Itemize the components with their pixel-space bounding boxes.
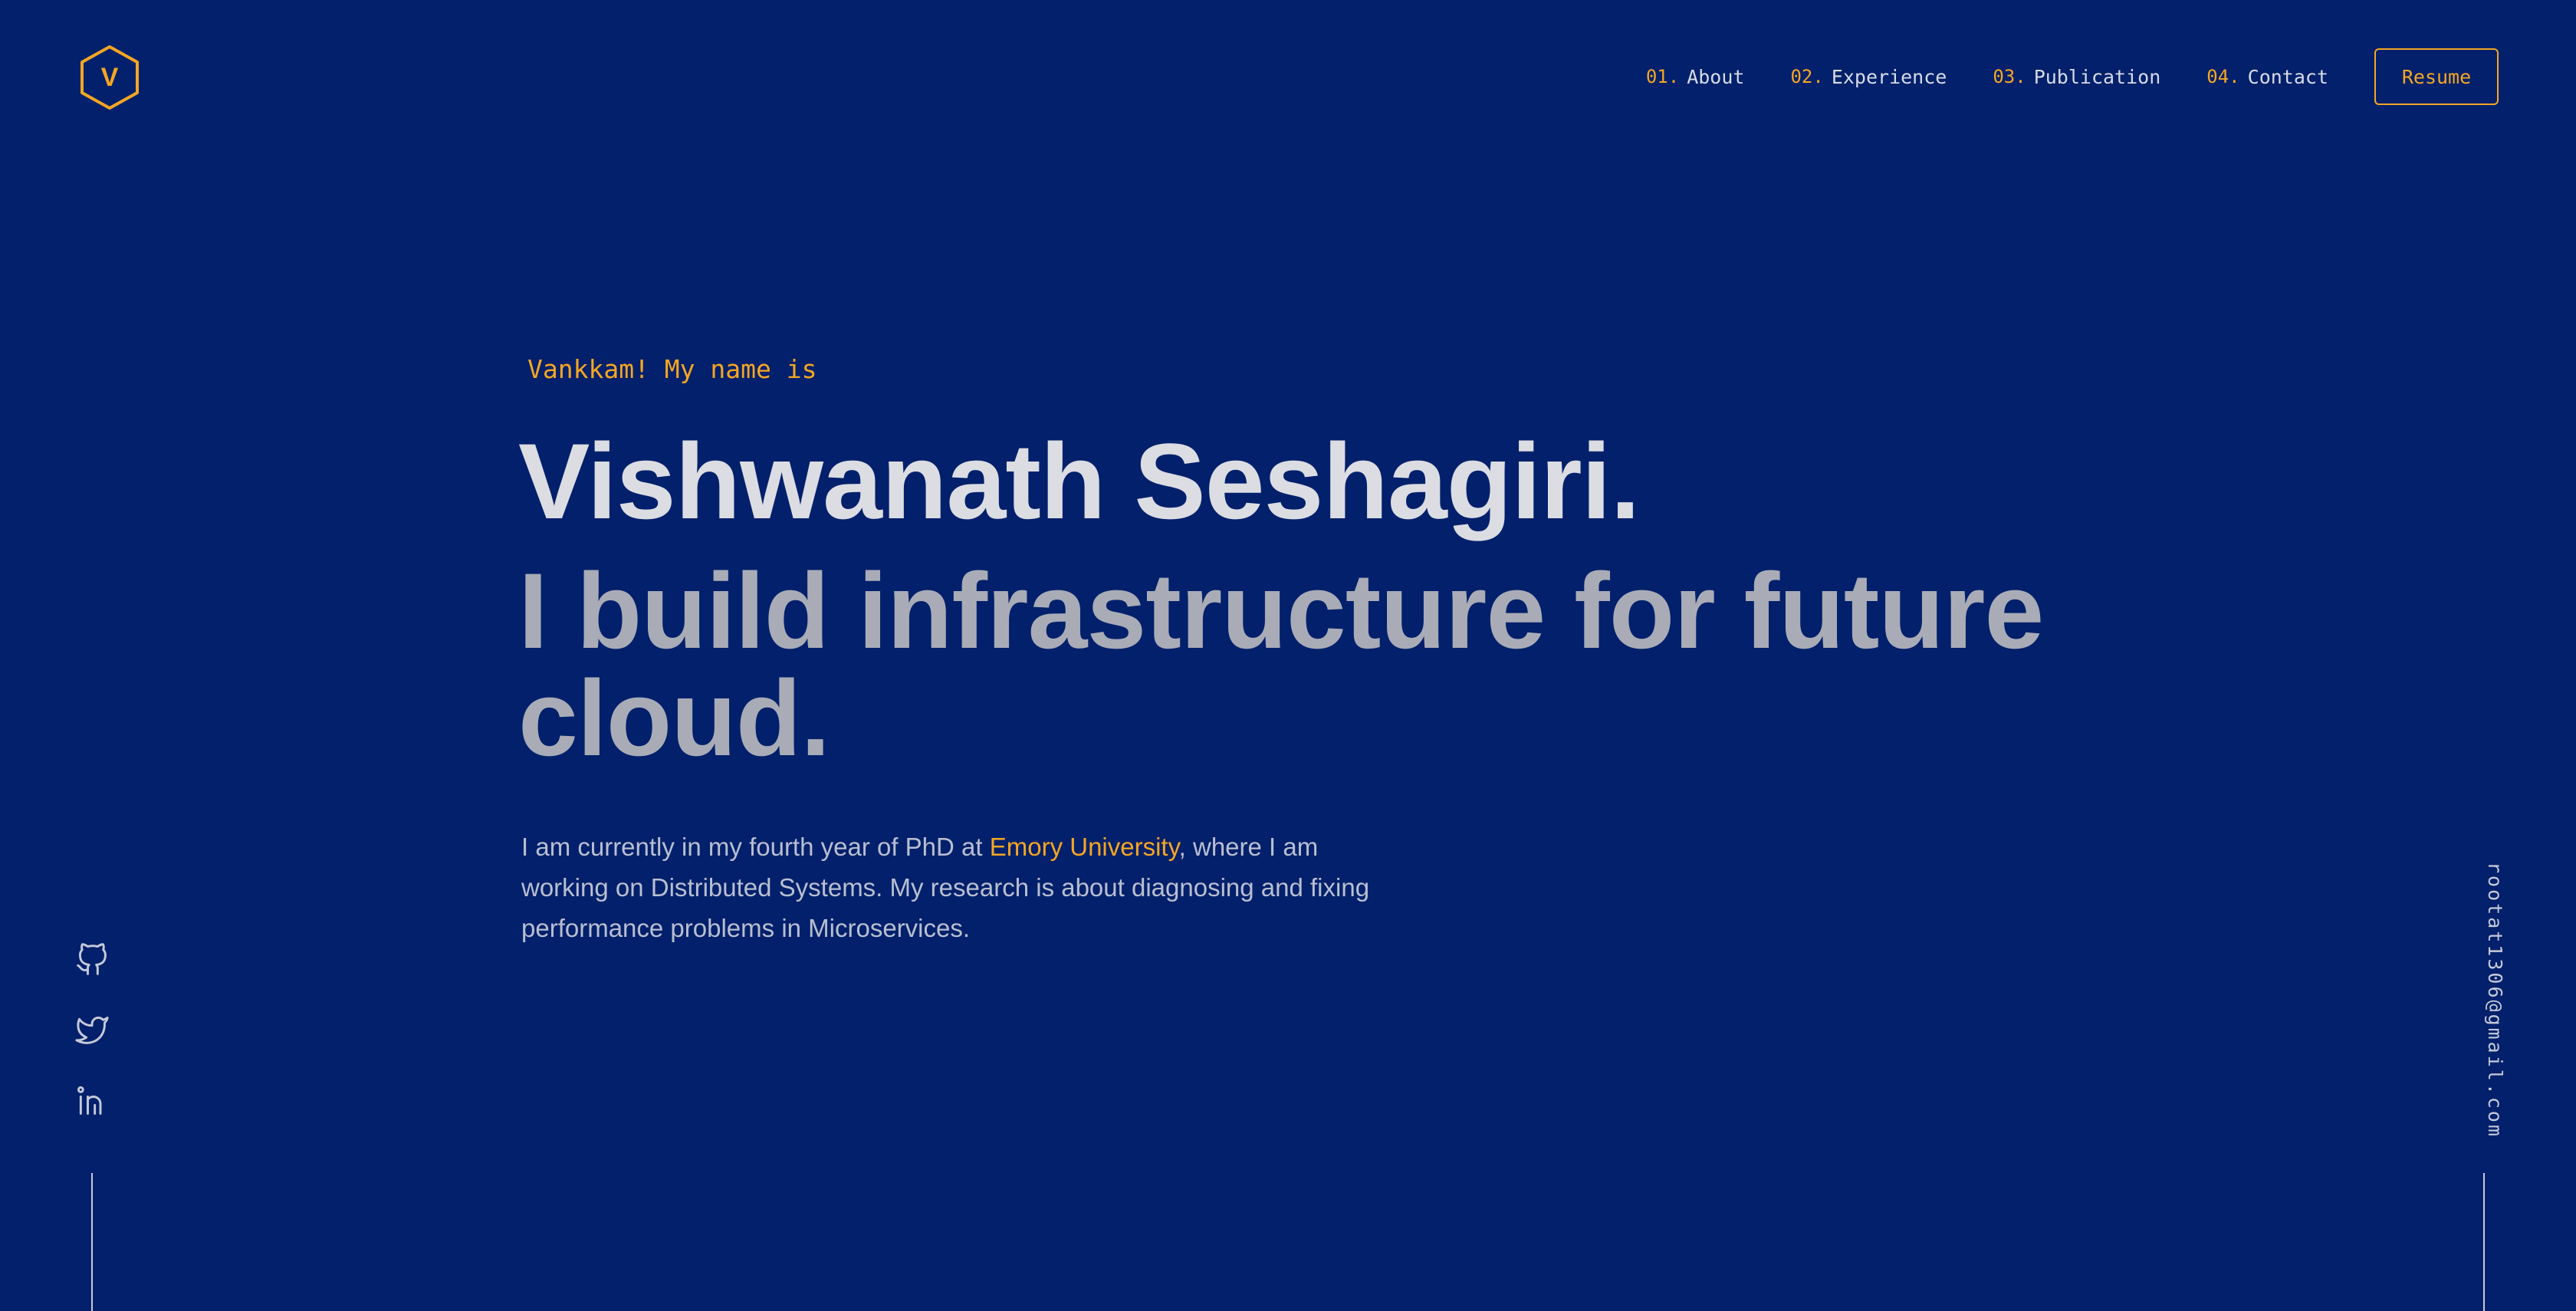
nav-item-experience[interactable]: 02. Experience bbox=[1790, 66, 1947, 88]
logo[interactable]: V bbox=[79, 44, 140, 111]
hero-name: Vishwanath Seshagiri. bbox=[518, 421, 1640, 541]
twitter-icon[interactable] bbox=[75, 1014, 109, 1047]
emory-university-link[interactable]: Emory University bbox=[990, 833, 1179, 861]
nav-number: 01. bbox=[1645, 66, 1680, 87]
nav-item-publication[interactable]: 03. Publication bbox=[1993, 66, 2160, 88]
nav-item-contact[interactable]: 04. Contact bbox=[2206, 66, 2328, 88]
github-icon[interactable] bbox=[75, 943, 109, 977]
left-rail-line bbox=[91, 1173, 93, 1311]
logo-letter: V bbox=[101, 63, 119, 92]
nav-label: About bbox=[1687, 65, 1745, 88]
main-nav: 01. About 02. Experience 03. Publication… bbox=[1646, 46, 2499, 107]
nav-label: Experience bbox=[1831, 65, 1947, 88]
nav-number: 03. bbox=[1993, 66, 2026, 87]
nav-label: Publication bbox=[2033, 65, 2161, 88]
nav-number: 04. bbox=[2206, 66, 2240, 87]
hero-greeting: Vankkam! My name is bbox=[527, 354, 817, 384]
nav-item-about[interactable]: 01. About bbox=[1646, 66, 1745, 88]
email-link[interactable]: rootat1306@gmail.com bbox=[2484, 862, 2506, 1138]
resume-button[interactable]: Resume bbox=[2374, 48, 2499, 105]
bio-text-start: I am currently in my fourth year of PhD … bbox=[521, 833, 990, 861]
hero-tagline: I build infrastructure for future cloud. bbox=[518, 550, 2044, 778]
hero-bio: I am currently in my fourth year of PhD … bbox=[521, 826, 1372, 948]
nav-label: Contact bbox=[2247, 65, 2328, 88]
hexagon-logo-icon: V bbox=[80, 45, 139, 110]
nav-number: 02. bbox=[1790, 66, 1824, 87]
right-rail-line bbox=[2483, 1173, 2485, 1311]
social-links bbox=[75, 943, 109, 1155]
linkedin-icon[interactable] bbox=[75, 1084, 109, 1118]
